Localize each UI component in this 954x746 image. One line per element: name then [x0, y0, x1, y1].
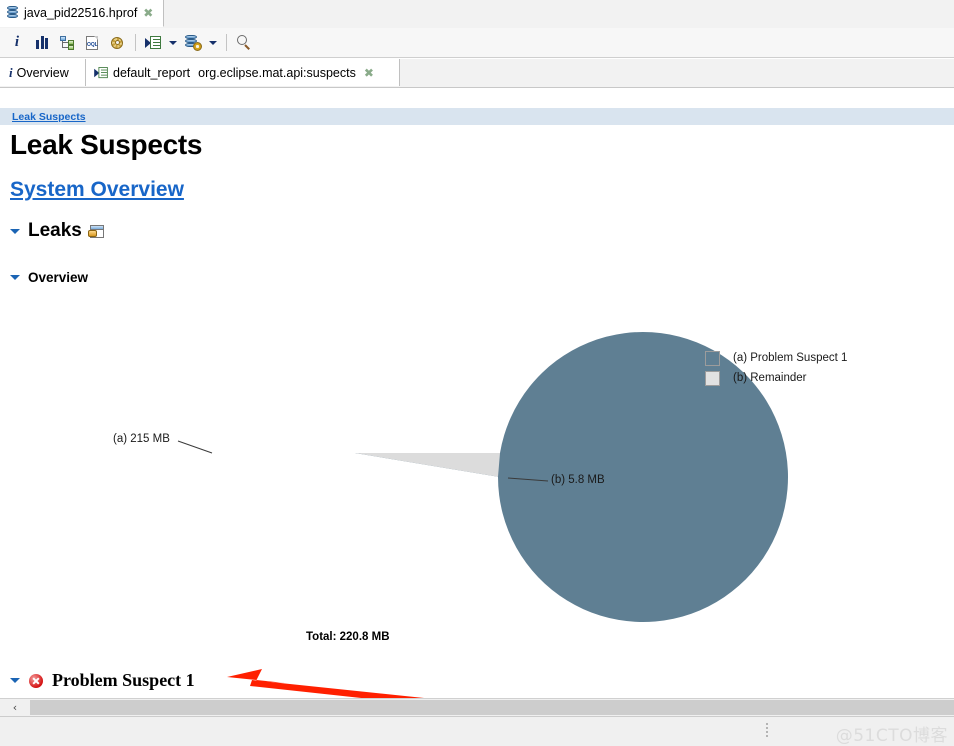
status-grip — [766, 723, 768, 739]
error-icon — [29, 673, 43, 688]
section-problem-suspect-label: Problem Suspect 1 — [52, 670, 195, 690]
tab-overview-label: Overview — [16, 65, 69, 80]
editor-tab-label: java_pid22516.hprof — [24, 6, 138, 20]
tab-default-report-label: default_report — [113, 65, 191, 80]
section-problem-suspect-1[interactable]: Problem Suspect 1 — [10, 670, 195, 691]
oql-page-icon — [86, 35, 98, 50]
legend-label-b: (b) Remainder — [733, 372, 807, 384]
close-icon[interactable]: ✖ — [143, 7, 153, 19]
editor-tab-bar: java_pid22516.hprof ✖ — [0, 0, 954, 29]
tab-overview[interactable]: i Overview — [0, 59, 86, 86]
pie-callout-b: (b) 5.8 MB — [551, 474, 605, 486]
toolbar: i — [0, 28, 954, 58]
gear-icon — [110, 36, 124, 50]
heap-dump-icon — [6, 6, 19, 20]
legend-item-b[interactable]: (b) Remainder — [705, 368, 847, 388]
export-report-icon[interactable] — [87, 224, 104, 238]
run-report-button[interactable] — [142, 32, 164, 54]
close-icon[interactable]: ✖ — [364, 67, 374, 79]
horizontal-scrollbar[interactable]: ‹ — [0, 698, 954, 716]
chevron-down-icon[interactable] — [10, 228, 20, 234]
run-report-dropdown[interactable] — [167, 32, 179, 54]
system-overview-link[interactable]: System Overview — [10, 178, 184, 202]
scrollbar-thumb[interactable] — [30, 700, 954, 715]
info-icon: i — [14, 34, 20, 50]
oql-button[interactable] — [81, 32, 103, 54]
section-overview[interactable]: Overview — [10, 270, 88, 285]
tab-default-report[interactable]: default_report org.eclipse.mat.api:suspe… — [86, 59, 400, 86]
pie-chart: (a) 215 MB (b) 5.8 MB — [0, 288, 954, 658]
search-button[interactable] — [233, 32, 255, 54]
toolbar-separator-1 — [135, 34, 136, 51]
run-report-icon — [145, 35, 161, 50]
scroll-left-button[interactable]: ‹ — [0, 699, 30, 716]
chevron-down-icon — [209, 40, 217, 45]
legend-swatch-a — [705, 350, 720, 366]
info-icon: i — [9, 64, 13, 80]
breadcrumb-link-leak-suspects[interactable]: Leak Suspects — [12, 111, 86, 123]
histogram-icon — [36, 36, 48, 49]
search-icon — [236, 35, 252, 50]
histogram-button[interactable] — [31, 32, 53, 54]
toolbar-separator-2 — [226, 34, 227, 51]
dominator-tree-button[interactable] — [56, 32, 78, 54]
page-title: Leak Suspects — [10, 129, 203, 160]
section-overview-label: Overview — [28, 270, 89, 285]
dominator-tree-icon — [59, 35, 75, 50]
view-tab-bar: i Overview default_report org.eclipse.ma… — [0, 59, 954, 88]
chevron-down-icon — [169, 40, 177, 45]
pie-slice-b[interactable] — [355, 453, 500, 477]
legend-label-a: (a) Problem Suspect 1 — [733, 352, 848, 364]
heap-query-dropdown[interactable] — [207, 32, 219, 54]
run-report-icon — [94, 66, 108, 79]
status-bar: @51CTO博客 — [0, 716, 954, 746]
report-body: Leak Suspects Leak Suspects System Overv… — [0, 88, 954, 698]
pie-callout-a: (a) 215 MB — [113, 433, 170, 445]
watermark: @51CTO博客 — [835, 726, 948, 746]
legend-swatch-b — [705, 370, 720, 386]
callout-line-a — [177, 440, 213, 454]
section-leaks-label: Leaks — [28, 220, 82, 241]
chart-legend: (a) Problem Suspect 1 (b) Remainder — [705, 348, 847, 388]
overview-info-button[interactable]: i — [6, 32, 28, 54]
heap-query-button[interactable] — [182, 32, 204, 54]
breadcrumb: Leak Suspects — [0, 108, 954, 125]
legend-item-a[interactable]: (a) Problem Suspect 1 — [705, 348, 847, 368]
editor-tab-heap-dump[interactable]: java_pid22516.hprof ✖ — [0, 0, 164, 27]
tab-suspects-label: org.eclipse.mat.api:suspects — [198, 65, 356, 80]
chart-total-label: Total: 220.8 MB — [306, 631, 390, 643]
calculate-button[interactable] — [106, 32, 128, 54]
heap-gear-icon — [185, 35, 202, 51]
chevron-down-icon[interactable] — [10, 275, 20, 280]
chevron-down-icon[interactable] — [10, 678, 20, 683]
section-leaks[interactable]: Leaks — [10, 220, 104, 242]
pie-chart-svg — [177, 332, 788, 623]
